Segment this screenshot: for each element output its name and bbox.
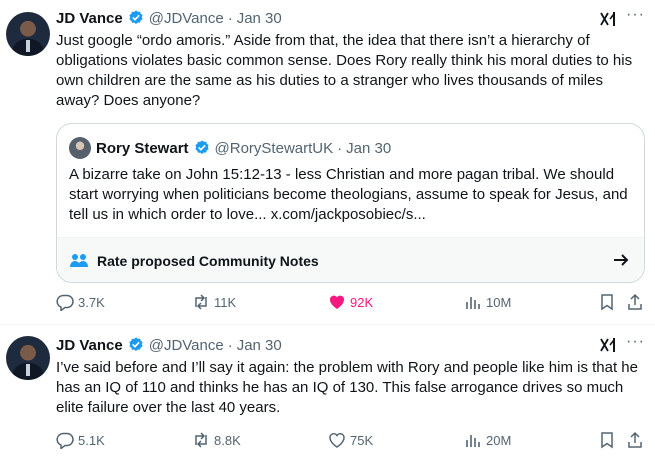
repost-icon	[195, 432, 207, 448]
separator: ·	[227, 9, 233, 27]
separator: ·	[227, 336, 233, 354]
reply-button[interactable]: 3.7K	[56, 292, 105, 312]
grok-icon[interactable]	[599, 336, 617, 354]
repost-button[interactable]: 11K	[192, 292, 236, 312]
quoted-author-name: Rory Stewart	[96, 139, 189, 157]
tweet-header: JD Vance @JDVance · Jan 30	[56, 8, 282, 28]
reply-icon	[56, 294, 74, 311]
repost-button[interactable]: 8.8K	[192, 430, 241, 450]
verified-badge-icon	[193, 139, 211, 157]
views-button[interactable]: 10M	[464, 292, 511, 312]
separator: ·	[337, 139, 343, 157]
author-handle[interactable]: @JDVance	[149, 10, 224, 27]
repost-count: 8.8K	[214, 432, 241, 448]
community-notes-button[interactable]: Rate proposed Community Notes	[57, 237, 644, 282]
bookmark-icon	[601, 294, 613, 311]
bookmark-button[interactable]	[598, 292, 620, 312]
action-bar: 5.1K 8.8K 75K 20M	[56, 430, 648, 450]
tweet-text: Just google “ordo amoris.” Aside from th…	[56, 32, 633, 109]
share-icon	[628, 431, 642, 448]
like-button[interactable]: 92K	[328, 292, 373, 312]
author-handle[interactable]: @JDVance	[149, 337, 224, 354]
reply-count: 5.1K	[78, 432, 105, 448]
author-name[interactable]: JD Vance	[56, 337, 123, 354]
avatar[interactable]	[6, 336, 50, 380]
quoted-tweet-text: A bizarre take on John 15:12-13 - less C…	[69, 166, 628, 223]
quoted-tweet-header: Rory Stewart @RoryStewartUK · Jan 30	[69, 137, 391, 159]
tweet-text: I’ve said before and I’ll say it again: …	[56, 359, 638, 416]
like-count: 92K	[350, 294, 374, 310]
share-button[interactable]	[626, 292, 648, 312]
community-notes-label: Rate proposed Community Notes	[97, 252, 319, 269]
tweet-date[interactable]: Jan 30	[237, 337, 282, 354]
bookmark-button[interactable]	[598, 430, 620, 450]
reply-icon	[56, 432, 74, 449]
quoted-avatar	[69, 137, 91, 159]
tweet-header: JD Vance @JDVance · Jan 30	[56, 335, 282, 355]
arrow-right-icon	[612, 251, 630, 272]
like-count: 75K	[350, 432, 374, 448]
repost-count: 11K	[214, 294, 237, 310]
reply-count: 3.7K	[78, 294, 105, 310]
quoted-tweet-date: Jan 30	[346, 139, 392, 157]
author-name[interactable]: JD Vance	[56, 10, 123, 27]
bookmark-icon	[601, 432, 613, 449]
like-button[interactable]: 75K	[328, 430, 373, 450]
views-button[interactable]: 20M	[464, 430, 511, 450]
people-icon	[69, 252, 89, 270]
share-button[interactable]	[626, 430, 648, 450]
views-icon	[466, 435, 480, 447]
heart-filled-icon	[329, 295, 345, 309]
quoted-author-handle: @RoryStewartUK	[214, 139, 334, 157]
more-options-icon[interactable]: ···	[626, 333, 645, 351]
heart-icon	[329, 433, 345, 448]
repost-icon	[195, 294, 207, 310]
reply-button[interactable]: 5.1K	[56, 430, 105, 450]
grok-icon[interactable]	[599, 10, 617, 28]
share-icon	[628, 293, 642, 310]
tweet[interactable]: JD Vance @JDVance · Jan 30 ··· I’ve said…	[0, 326, 655, 458]
tweet[interactable]: JD Vance @JDVance · Jan 30 ··· Just goog…	[0, 0, 655, 325]
verified-badge-icon	[127, 336, 145, 354]
more-options-icon[interactable]: ···	[626, 6, 645, 24]
quoted-tweet[interactable]: Rory Stewart @RoryStewartUK · Jan 30 A b…	[56, 123, 645, 283]
avatar[interactable]	[6, 12, 50, 56]
action-bar: 3.7K 11K 92K 10M	[56, 292, 648, 312]
view-count: 10M	[486, 294, 512, 310]
views-icon	[466, 297, 480, 309]
tweet-date[interactable]: Jan 30	[237, 10, 282, 27]
verified-badge-icon	[127, 9, 145, 27]
view-count: 20M	[486, 432, 512, 448]
